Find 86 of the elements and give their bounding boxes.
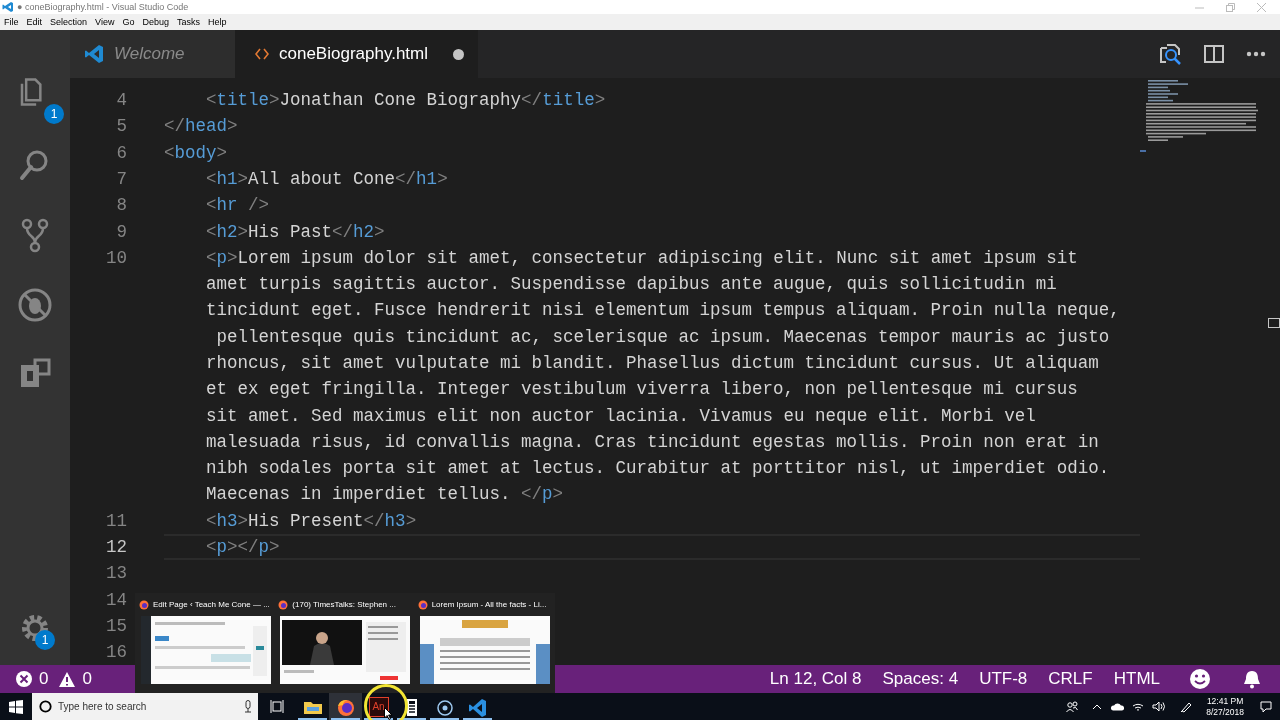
code-line: <p>Lorem ipsum dolor sit amet, consectetur adipiscing elit. Nunc sit amet ipsum sit (205, 246, 1078, 270)
menu-item[interactable]: Debug (142, 17, 169, 27)
vscode-logo-icon (84, 44, 104, 64)
code-line: nibh sodales porta sit amet at lectus. Curabitur at porttitor nisl, ut imperdiet odio. (206, 457, 1110, 481)
line-number: 4 (116, 89, 127, 112)
code-line: <h2>His Past</h2> (205, 220, 385, 244)
more-icon[interactable] (1246, 51, 1266, 57)
bug-icon[interactable] (17, 287, 53, 323)
menu-item[interactable]: Selection (50, 17, 88, 27)
warning-icon[interactable] (58, 670, 77, 688)
taskbar-search-field[interactable]: Type here to search (32, 693, 258, 720)
code-line: rhoncus, sit amet vulputate mi blandit. Phasellus dictum tincidunt cursus. Ut aliquam (206, 352, 1099, 375)
split-editor-icon[interactable] (1204, 45, 1224, 63)
line-number: 15 (106, 614, 127, 638)
line-number: 11 (106, 509, 127, 533)
code-line: <body> (164, 141, 228, 165)
menu-item[interactable]: Go (122, 17, 135, 27)
preview-title[interactable]: Edit Page ‹ Teach Me Cone — ... (153, 599, 270, 611)
bell-icon[interactable] (1242, 669, 1262, 689)
firefox-icon (278, 600, 289, 610)
wifi-icon[interactable] (1132, 701, 1145, 712)
smiley-icon[interactable] (1189, 668, 1211, 690)
scrollbar-thumb[interactable] (1268, 318, 1280, 328)
vscode-logo-icon (2, 1, 14, 13)
line-number: 12 (106, 536, 127, 560)
line-number: 5 (116, 115, 127, 139)
windows-start-icon[interactable] (9, 699, 23, 714)
menu-item[interactable]: Help (208, 17, 227, 27)
code-line: <h3>His Present</h3> (205, 509, 417, 533)
line-number: 7 (116, 167, 127, 191)
cortana-icon (39, 700, 52, 713)
preview-search-icon[interactable] (1158, 43, 1182, 65)
firefox-icon (139, 600, 149, 610)
line-number: 8 (116, 194, 127, 218)
code-line: <p></p> (205, 536, 280, 560)
status-item[interactable]: Spaces: 4 (882, 666, 959, 692)
volume-icon[interactable] (1152, 701, 1167, 712)
mouse-pointer-icon (384, 707, 393, 720)
notification-badge: 1 (44, 104, 64, 124)
clock-date[interactable]: 8/27/2018 (1206, 706, 1244, 718)
line-number: 10 (106, 246, 127, 270)
taskbar-app[interactable] (329, 693, 362, 720)
status-item[interactable]: CRLF (1048, 666, 1093, 692)
error-count[interactable]: 0 (39, 666, 49, 692)
menu-item[interactable]: Edit (26, 17, 43, 27)
line-number: 14 (106, 588, 127, 612)
menu-item[interactable]: View (95, 17, 115, 27)
code-line: sit amet. Sed maximus elit non auctor lacinia. Vivamus eu neque elit. Morbi vel (206, 404, 1036, 428)
code-line: <hr /> (205, 194, 270, 218)
code-line: <title>Jonathan Cone Biography</title> (205, 89, 606, 112)
cloud-icon[interactable] (1110, 702, 1125, 711)
editor-tab[interactable]: Welcome (70, 30, 235, 78)
pen-icon[interactable] (1180, 700, 1193, 713)
line-number: 6 (116, 141, 127, 165)
status-item[interactable]: HTML (1113, 666, 1160, 692)
line-number: 13 (106, 562, 127, 586)
code-line: et ex eget fringilla. Integer vestibulum viverra libero, non pellentesque mi cursus (206, 378, 1078, 402)
window-title: ● coneBiography.html - Visual Studio Code (17, 2, 189, 12)
code-line: </head> (164, 115, 238, 139)
settings-icon[interactable] (20, 613, 50, 643)
notification-badge: 1 (35, 630, 55, 650)
code-brackets-icon (255, 48, 269, 60)
warning-count[interactable]: 0 (82, 666, 92, 692)
code-line: <h1>All about Cone</h1> (205, 167, 448, 191)
status-item[interactable]: Ln 12, Col 8 (769, 666, 862, 692)
code-line: Maecenas in imperdiet tellus. </p> (206, 483, 564, 507)
code-line: pellentesque quis tincidunt ac, scelerisque ac ipsum. Maecenas tempor mauris ac justo (215, 325, 1110, 349)
line-number: 9 (116, 220, 127, 244)
editor-tab[interactable]: coneBiography.html (235, 30, 478, 78)
task-view-icon[interactable] (270, 700, 284, 713)
clock-time[interactable]: 12:41 PM (1206, 695, 1244, 707)
preview-title[interactable]: (170) TimesTalks: Stephen ... (292, 599, 396, 611)
code-line: tincidunt eget. Fusce hendrerit nisi elementum ipsum tempus aliquam. Proin nulla neque, (206, 299, 1120, 323)
preview-title[interactable]: Lorem Ipsum - All the facts - Li... (431, 599, 547, 611)
menu-item[interactable]: File (4, 17, 19, 27)
code-line: malesuada risus, id convallis magna. Cras tincidunt egestas mollis. Proin non erat in (206, 430, 1099, 454)
chevron-up-icon[interactable] (1092, 703, 1103, 710)
notifications-icon[interactable] (1260, 700, 1272, 713)
status-item[interactable]: UTF-8 (979, 666, 1028, 692)
firefox-icon (417, 600, 428, 610)
error-icon[interactable] (15, 670, 33, 688)
code-line: amet turpis sagittis auctor. Suspendisse dapibus ante augue, quis sollicitudin mi (206, 273, 1057, 297)
line-number: 16 (106, 641, 127, 665)
microphone-icon (244, 700, 252, 713)
people-icon[interactable] (1066, 700, 1079, 713)
menu-item[interactable]: Tasks (176, 17, 200, 27)
